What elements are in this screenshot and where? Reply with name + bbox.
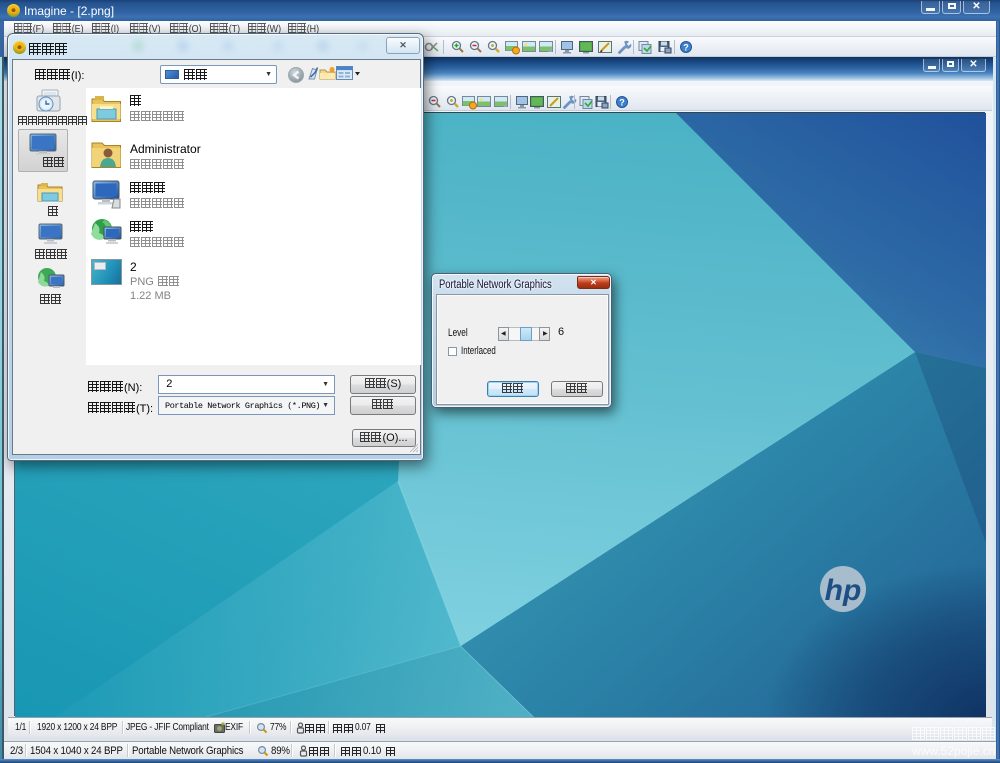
svg-text:?: ?	[619, 98, 625, 108]
svg-text:hp: hp	[825, 574, 862, 607]
svg-text:?: ?	[683, 43, 689, 53]
